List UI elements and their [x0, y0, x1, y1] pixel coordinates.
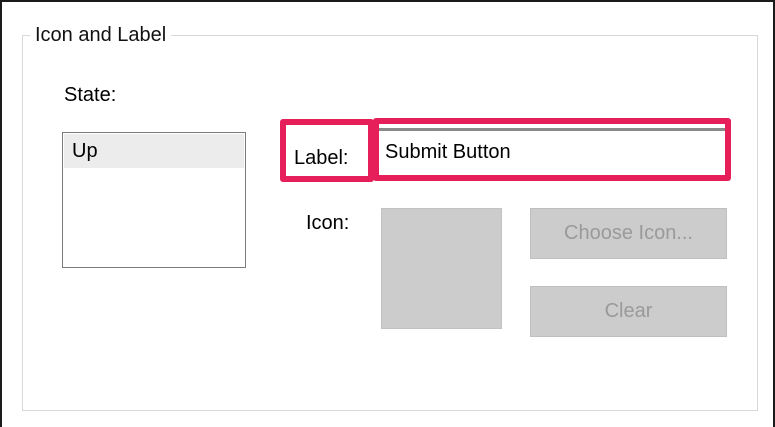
groupbox-title: Icon and Label: [30, 22, 172, 48]
label-caption-highlight: [280, 119, 374, 182]
state-label: State:: [64, 84, 117, 106]
choose-icon-button[interactable]: Choose Icon...: [530, 208, 727, 259]
icon-field-label: Icon:: [306, 212, 350, 234]
state-list-item-up[interactable]: Up: [64, 134, 244, 168]
icon-preview-box: [381, 208, 502, 329]
state-listbox[interactable]: Up: [62, 132, 246, 268]
clear-icon-button[interactable]: Clear: [530, 286, 727, 337]
label-input[interactable]: [377, 128, 725, 174]
